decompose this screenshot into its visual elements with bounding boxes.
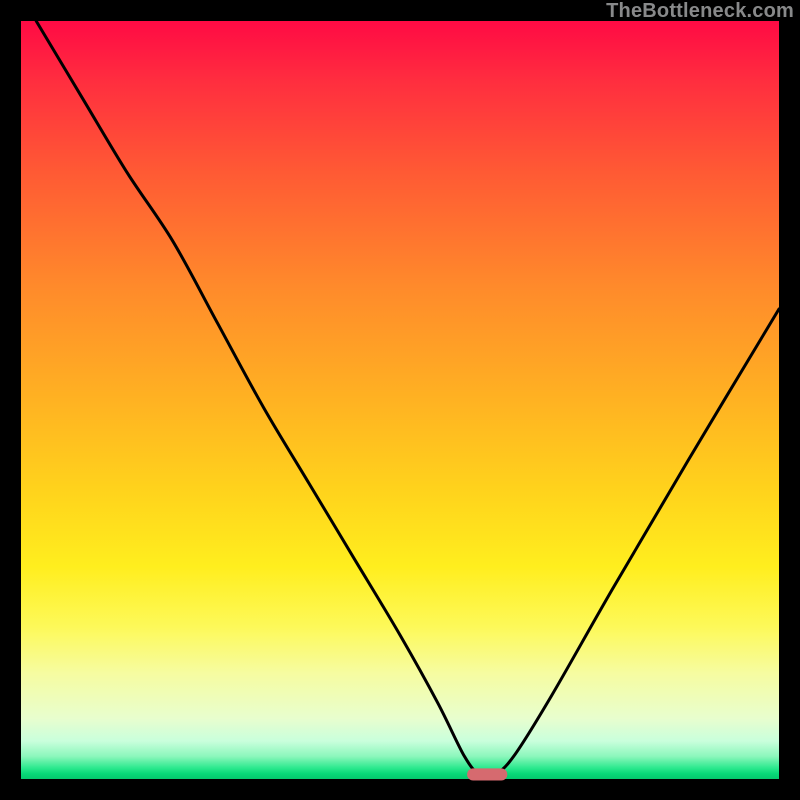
plot-area xyxy=(21,21,779,779)
chart-frame: TheBottleneck.com xyxy=(0,0,800,800)
chart-svg xyxy=(21,21,779,779)
watermark-text: TheBottleneck.com xyxy=(606,0,794,23)
optimal-pill-marker xyxy=(467,768,507,780)
bottleneck-curve xyxy=(36,21,779,777)
